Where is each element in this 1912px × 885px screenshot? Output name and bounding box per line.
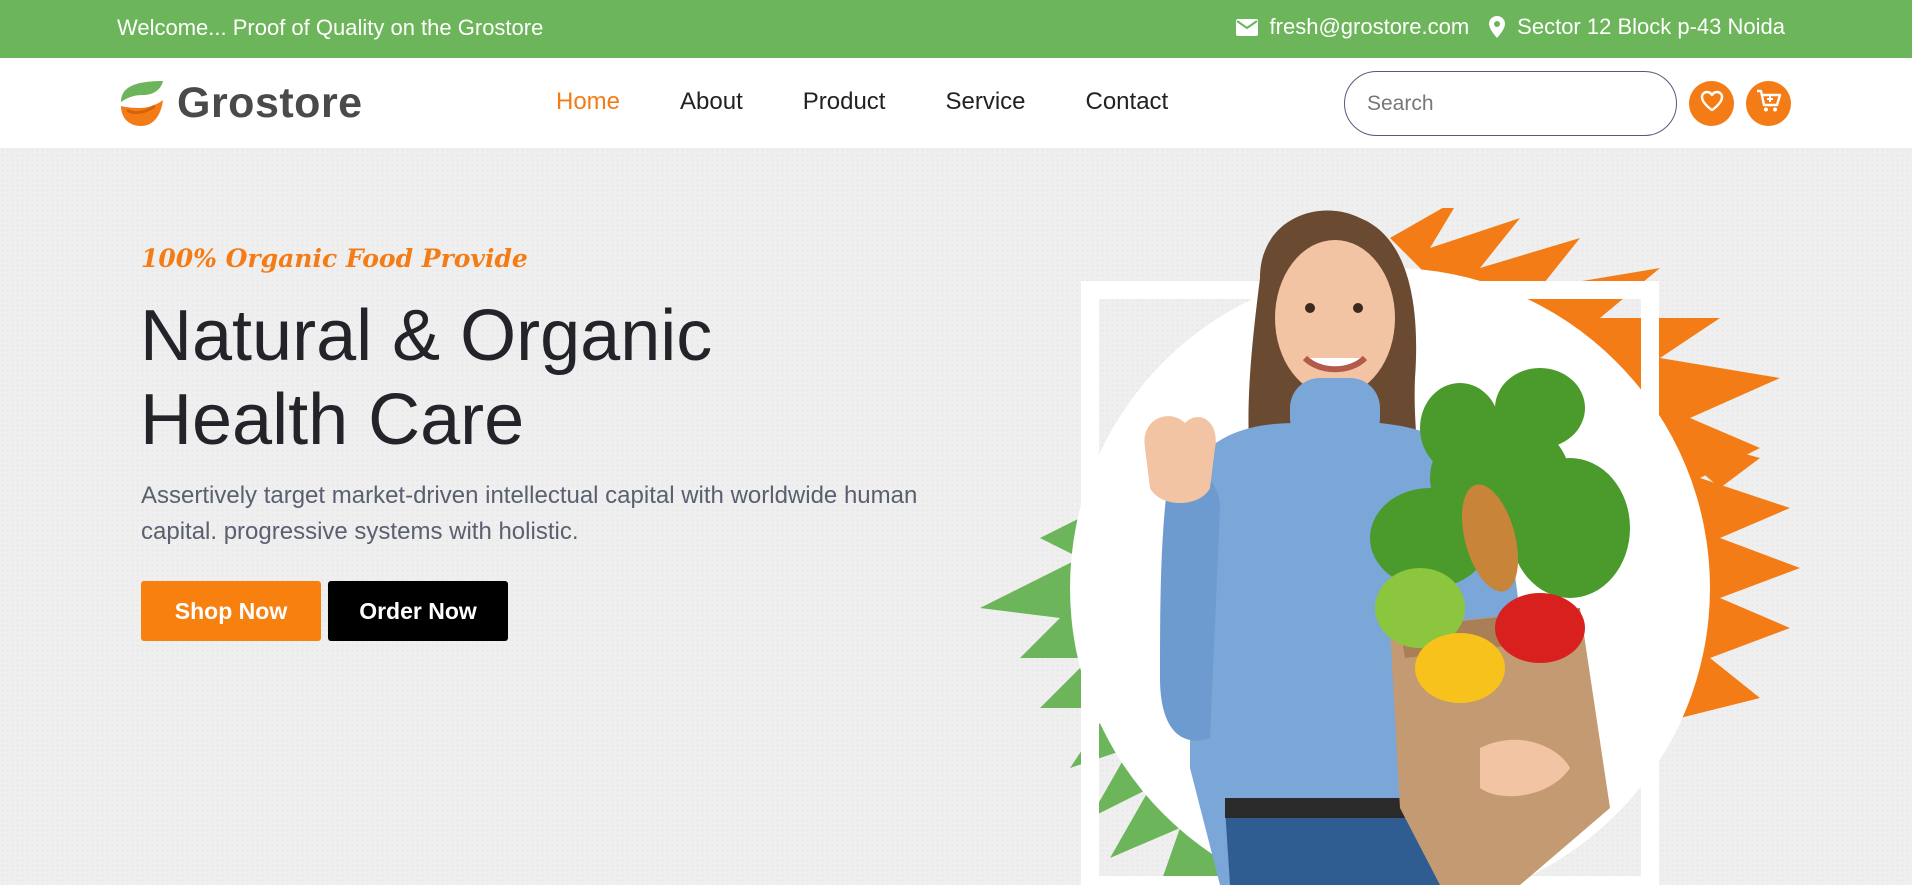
headline-line-2: Health Care <box>140 380 525 460</box>
hero-section: 100% Organic Food Provide Natural & Orga… <box>0 148 1912 885</box>
nav-product[interactable]: Product <box>803 88 886 116</box>
order-now-button[interactable]: Order Now <box>328 581 508 641</box>
leaf-logo-icon <box>117 76 167 131</box>
logo-text: Grostore <box>177 79 363 127</box>
top-bar: Welcome... Proof of Quality on the Grost… <box>0 0 1912 58</box>
hero-headline: Natural & Organic Health Care <box>140 294 940 462</box>
nav-service[interactable]: Service <box>945 88 1025 116</box>
address-text: Sector 12 Block p-43 Noida <box>1517 14 1785 39</box>
nav-contact[interactable]: Contact <box>1086 88 1169 116</box>
hero-description: Assertively target market-driven intelle… <box>141 482 918 545</box>
welcome-text: Welcome... Proof of Quality on the Grost… <box>117 15 544 40</box>
wishlist-button[interactable] <box>1689 81 1734 126</box>
address-link[interactable]: Sector 12 Block p-43 Noida <box>1489 14 1785 40</box>
cart-icon <box>1756 89 1782 118</box>
cart-button[interactable] <box>1746 81 1791 126</box>
hero-eyebrow: 100% Organic Food Provide <box>141 244 528 273</box>
search-input[interactable] <box>1344 71 1677 136</box>
hero-image <box>980 198 1800 885</box>
main-nav: Home About Product Service Contact <box>556 88 1168 116</box>
heart-icon <box>1700 90 1724 117</box>
email-link[interactable]: fresh@grostore.com <box>1235 14 1470 40</box>
site-header: Grostore Home About Product Service Cont… <box>0 58 1912 148</box>
logo[interactable]: Grostore <box>117 76 363 131</box>
email-text: fresh@grostore.com <box>1269 14 1470 39</box>
headline-line-1: Natural & Organic <box>140 296 713 376</box>
map-pin-icon <box>1489 16 1506 38</box>
hero-illustration <box>960 198 1800 885</box>
envelope-icon <box>1235 18 1258 36</box>
nav-about[interactable]: About <box>680 88 743 116</box>
nav-home[interactable]: Home <box>556 88 620 116</box>
shop-now-button[interactable]: Shop Now <box>141 581 321 641</box>
top-contact-info: fresh@grostore.com Sector 12 Block p-43 … <box>1235 14 1785 40</box>
